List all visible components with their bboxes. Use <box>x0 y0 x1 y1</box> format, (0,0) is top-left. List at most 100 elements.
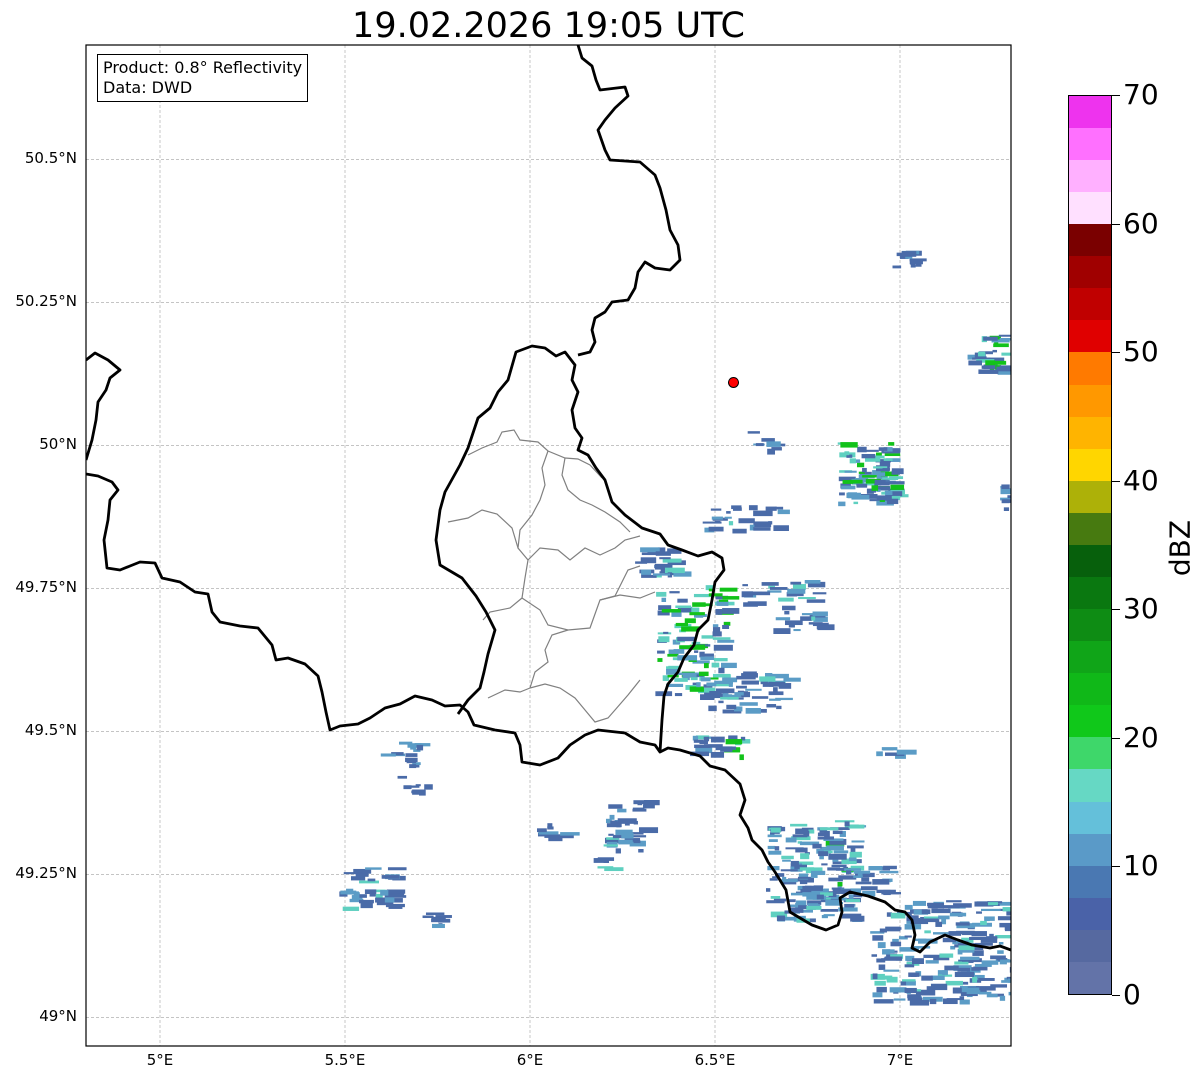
echo-pixel <box>783 916 798 921</box>
echo-pixel <box>876 986 887 993</box>
echo-pixel <box>966 990 981 995</box>
echo-pixel <box>384 897 395 903</box>
colorbar-tick <box>1112 480 1120 482</box>
echo-pixel <box>767 845 776 850</box>
echo-pixel <box>985 360 996 366</box>
radar-map[interactable] <box>0 0 1202 1081</box>
longitude-tick-label: 5.5°E <box>324 1051 366 1069</box>
echo-pixel <box>923 916 939 919</box>
echo-pixel <box>856 462 865 468</box>
echo-pixel <box>838 501 846 507</box>
colorbar-segment <box>1069 127 1111 160</box>
echo-pixel <box>841 913 862 919</box>
echo-pixel <box>701 694 715 700</box>
echo-pixel <box>397 775 408 779</box>
echo-pixel <box>978 978 995 981</box>
echo-pixel <box>711 516 723 520</box>
colorbar-tick <box>1112 995 1120 996</box>
echo-pixel <box>839 492 845 496</box>
echo-pixel <box>732 528 747 534</box>
echo-pixel <box>715 609 723 615</box>
echo-pixel <box>770 896 781 899</box>
echo-pixel <box>968 360 982 366</box>
echo-pixel <box>710 736 725 743</box>
echo-pixel <box>818 851 829 857</box>
echo-pixel <box>844 903 855 908</box>
echo-pixel <box>883 969 900 972</box>
echo-pixel <box>712 673 730 678</box>
echo-pixel <box>872 879 890 885</box>
echo-pixel <box>984 916 995 921</box>
echo-pixel <box>793 629 801 632</box>
echo-pixel <box>741 680 759 685</box>
echo-pixel <box>896 749 917 755</box>
colorbar-segment <box>1069 384 1111 417</box>
echo-pixel <box>753 510 773 517</box>
latitude-tick-label: 49.25°N <box>15 864 77 883</box>
echo-pixel <box>881 747 898 751</box>
echo-pixel <box>961 931 977 936</box>
echo-pixel <box>715 688 735 694</box>
echo-pixel <box>977 351 986 357</box>
echo-pixel <box>722 608 740 614</box>
echo-pixel <box>942 970 948 975</box>
echo-pixel <box>747 601 767 606</box>
colorbar-tick <box>1112 609 1120 611</box>
echo-pixel <box>438 918 451 923</box>
echo-pixel <box>653 573 671 576</box>
echo-pixel <box>904 987 917 994</box>
echo-pixel <box>821 863 828 866</box>
echo-pixel <box>780 869 798 872</box>
echo-pixel <box>767 834 782 838</box>
echo-pixel <box>879 928 887 933</box>
echo-pixel <box>909 258 923 265</box>
echo-pixel <box>768 850 782 855</box>
echo-pixel <box>698 671 709 677</box>
echo-pixel <box>606 823 622 828</box>
echo-pixel <box>677 598 688 603</box>
echo-pixel <box>640 557 657 564</box>
echo-pixel <box>792 834 808 838</box>
echo-pixel <box>770 827 781 833</box>
colorbar-segment <box>1069 416 1111 449</box>
echo-pixel <box>661 609 681 613</box>
echo-pixel <box>659 557 671 560</box>
echo-pixel <box>387 867 407 871</box>
echo-pixel <box>848 857 857 862</box>
echo-pixel <box>840 442 858 448</box>
echo-pixel <box>1011 979 1025 984</box>
echo-pixel <box>823 914 835 917</box>
echo-pixel <box>825 899 841 906</box>
echo-pixel <box>608 804 623 809</box>
echo-pixel <box>819 855 824 860</box>
colorbar-tick <box>1112 95 1120 96</box>
echo-pixel <box>872 935 884 941</box>
echo-pixel <box>751 696 769 699</box>
echo-pixel <box>939 953 954 958</box>
echo-pixel <box>380 890 389 896</box>
echo-pixel <box>773 525 789 532</box>
echo-pixel <box>999 995 1006 1001</box>
echo-pixel <box>848 824 865 829</box>
radar-site-marker[interactable] <box>728 376 739 388</box>
echo-pixel <box>726 704 737 710</box>
echo-pixel <box>798 597 816 600</box>
echo-pixel <box>1020 968 1029 974</box>
echo-pixel <box>722 692 729 698</box>
colorbar-tick <box>1112 223 1120 225</box>
echo-pixel <box>996 366 1011 372</box>
latitude-tick-label: 50°N <box>39 435 77 454</box>
echo-pixel <box>694 744 711 749</box>
echo-pixel <box>816 625 834 630</box>
echo-pixel <box>753 527 771 531</box>
echo-pixel <box>669 591 680 594</box>
echo-pixel <box>703 736 710 742</box>
echo-pixel <box>884 481 905 485</box>
echo-pixel <box>888 442 895 446</box>
echo-pixel <box>412 789 425 795</box>
echo-pixel <box>790 823 808 827</box>
echo-pixel <box>837 881 843 887</box>
echo-pixel <box>674 693 683 697</box>
latitude-tick-label: 50.5°N <box>24 149 77 168</box>
echo-pixel <box>845 899 861 903</box>
